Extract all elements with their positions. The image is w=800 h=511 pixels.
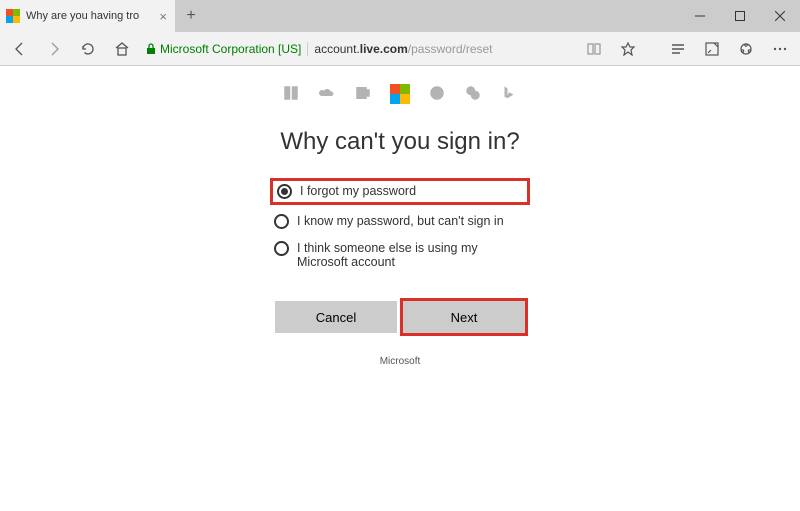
next-button[interactable]: Next [403, 301, 525, 333]
option-label: I think someone else is using my Microso… [297, 241, 526, 269]
url-host: account.live.com [314, 42, 407, 56]
radio-icon [274, 214, 289, 229]
tab-close-icon[interactable]: × [159, 9, 167, 24]
more-button[interactable] [764, 34, 796, 64]
browser-tab[interactable]: Why are you having tro × [0, 0, 175, 32]
xbox-icon [428, 84, 446, 102]
option-label: I know my password, but can't sign in [297, 214, 504, 228]
hub-button[interactable] [662, 34, 694, 64]
certificate-badge: Microsoft Corporation [US] [146, 42, 308, 56]
cancel-wrap: Cancel [272, 298, 400, 336]
microsoft-logo-icon [390, 84, 410, 104]
url-path: /password/reset [408, 42, 493, 56]
lock-icon [146, 43, 156, 55]
close-window-button[interactable] [760, 0, 800, 32]
refresh-button[interactable] [72, 34, 104, 64]
new-tab-button[interactable]: + [175, 0, 207, 32]
radio-icon [277, 184, 292, 199]
option-someone-else[interactable]: I think someone else is using my Microso… [270, 238, 530, 272]
onedrive-icon [318, 84, 336, 102]
forward-button[interactable] [38, 34, 70, 64]
favicon-microsoft [6, 9, 20, 23]
address-bar[interactable]: Microsoft Corporation [US] account.live.… [146, 32, 570, 65]
option-label: I forgot my password [300, 184, 416, 198]
share-button[interactable] [730, 34, 762, 64]
back-button[interactable] [4, 34, 36, 64]
maximize-button[interactable] [720, 0, 760, 32]
certificate-name: Microsoft Corporation [US] [160, 42, 301, 56]
webnote-button[interactable] [696, 34, 728, 64]
option-cant-sign-in[interactable]: I know my password, but can't sign in [270, 211, 530, 232]
next-wrap: Next [400, 298, 528, 336]
home-button[interactable] [106, 34, 138, 64]
office-icon [282, 84, 300, 102]
option-forgot-password[interactable]: I forgot my password [270, 178, 530, 205]
page-content: Why can't you sign in? I forgot my passw… [0, 66, 800, 367]
reading-view-button[interactable] [578, 34, 610, 64]
button-row: Cancel Next [0, 298, 800, 336]
bing-icon [500, 84, 518, 102]
favorite-button[interactable] [612, 34, 644, 64]
minimize-button[interactable] [680, 0, 720, 32]
cancel-button[interactable]: Cancel [275, 301, 397, 333]
skype-icon [464, 84, 482, 102]
browser-toolbar: Microsoft Corporation [US] account.live.… [0, 32, 800, 66]
radio-icon [274, 241, 289, 256]
window-titlebar: Why are you having tro × + [0, 0, 800, 32]
tab-title: Why are you having tro [26, 10, 153, 22]
page-title: Why can't you sign in? [0, 128, 800, 156]
footer-brand: Microsoft [0, 356, 800, 367]
options-group: I forgot my password I know my password,… [270, 178, 530, 272]
outlook-icon [354, 84, 372, 102]
service-icon-row [0, 84, 800, 104]
